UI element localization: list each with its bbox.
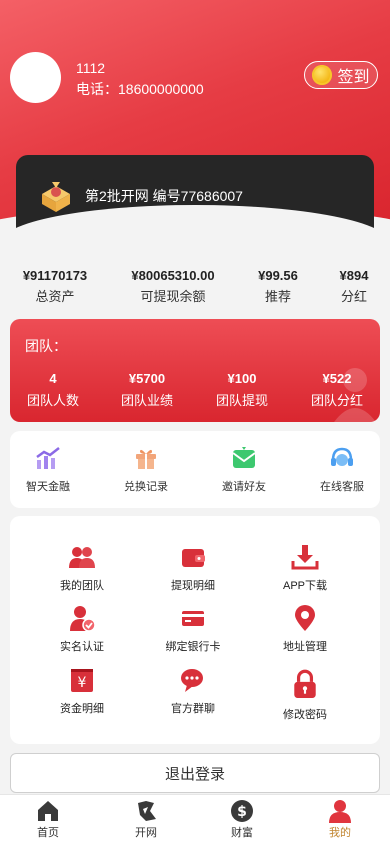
stat-value: ¥80065310.00 (131, 268, 215, 283)
stat-total-assets[interactable]: ¥91170173 总资产 (14, 268, 96, 305)
user-phone: 电话：18600000000 (76, 81, 204, 97)
network-icon (138, 801, 156, 821)
team-label: 团队业绩 (120, 393, 173, 408)
grid-withdrawal-details[interactable]: 提现明细 (138, 543, 248, 593)
tab-label: 财富 (231, 827, 253, 839)
team-member-count[interactable]: 4 团队人数 (10, 371, 98, 409)
grid-app-download[interactable]: APP下载 (250, 543, 360, 593)
stat-dividend[interactable]: ¥894 分红 (326, 268, 382, 305)
gift-icon (136, 449, 156, 469)
chart-trend-icon (36, 447, 60, 469)
stat-value: ¥894 (339, 268, 369, 283)
asset-stats: ¥91170173 总资产 ¥80065310.00 可提现余额 ¥99.56 … (0, 268, 390, 308)
wallet-icon (182, 549, 205, 567)
grid-address-management[interactable]: 地址管理 (250, 604, 360, 654)
team-dividend[interactable]: ¥522 团队分红 (292, 371, 380, 409)
stat-referral[interactable]: ¥99.56 推荐 (246, 268, 310, 305)
tab-label: 我的 (329, 827, 351, 839)
stat-label: 可提现余额 (140, 289, 206, 304)
team-label: 团队提现 (215, 393, 268, 408)
grid-my-team[interactable]: 我的团队 (27, 543, 137, 593)
grid-label: 我的团队 (60, 580, 104, 592)
profile-icon (329, 800, 351, 823)
quick-label: 在线客服 (320, 481, 364, 493)
verified-user-icon (70, 606, 96, 632)
team-label: 团队人数 (26, 393, 79, 408)
quick-exchange-records[interactable]: 兑换记录 (101, 446, 191, 494)
quick-label: 邀请好友 (222, 481, 266, 493)
location-pin-icon (295, 605, 315, 631)
dollar-icon: $ (231, 800, 253, 822)
logout-button[interactable]: 退出登录 (10, 753, 380, 793)
tab-label: 首页 (37, 827, 59, 839)
grid-official-group-chat[interactable]: 官方群聊 (138, 666, 248, 716)
grid-label: 实名认证 (60, 641, 104, 653)
grid-fund-details[interactable]: ¥ 资金明细 (27, 666, 137, 716)
team-value: 4 (49, 371, 57, 386)
team-card: 团队： 4 团队人数 ¥5700 团队业绩 ¥100 团队提现 ¥522 团队分… (10, 319, 380, 422)
headset-icon (331, 447, 353, 466)
bank-card-icon (182, 611, 204, 626)
grid-label: 官方群聊 (171, 703, 215, 715)
stat-value: ¥99.56 (258, 268, 298, 283)
invite-envelope-icon (232, 447, 256, 468)
lock-icon (294, 669, 316, 698)
quick-actions: 智天金融 兑换记录 邀请好友 在线客服 (10, 431, 380, 508)
team-value: ¥522 (322, 371, 352, 386)
tab-home[interactable]: 首页 (18, 799, 78, 840)
medal-icon (42, 182, 70, 212)
grid-real-name-auth[interactable]: 实名认证 (27, 604, 137, 654)
quick-invite-friends[interactable]: 邀请好友 (199, 446, 289, 494)
grid-label: APP下载 (282, 580, 327, 592)
grid-label: 修改密码 (283, 709, 327, 721)
coin-icon (312, 65, 333, 85)
chat-bubble-icon (181, 669, 203, 692)
svg-text:¥: ¥ (78, 675, 87, 691)
quick-finance[interactable]: 智天金融 (3, 446, 93, 494)
grid-label: 地址管理 (283, 641, 327, 653)
service-grid: 我的团队 提现明细 APP下载 实名认证 绑定银行卡 地址管理 ¥ 资金明细 官… (10, 516, 380, 744)
svg-text:$: $ (237, 804, 247, 820)
stat-label: 推荐 (264, 289, 291, 304)
signin-button[interactable]: 签到 (304, 61, 378, 89)
stat-label: 总资产 (35, 289, 75, 304)
stat-label: 分红 (340, 289, 367, 304)
stat-withdrawable[interactable]: ¥80065310.00 可提现余额 (118, 268, 228, 305)
tab-label: 开网 (135, 827, 157, 839)
stat-value: ¥91170173 (22, 268, 88, 283)
tab-wealth[interactable]: $ 财富 (212, 799, 272, 840)
yuan-ledger-icon: ¥ (71, 669, 93, 692)
tab-network[interactable]: 开网 (116, 799, 176, 840)
avatar[interactable] (10, 52, 61, 103)
bottom-tab-bar: 首页 开网 $ 财富 我的 (0, 794, 390, 844)
team-value: ¥100 (227, 371, 257, 386)
grid-bind-bank-card[interactable]: 绑定银行卡 (138, 604, 248, 654)
team-performance[interactable]: ¥5700 团队业绩 (102, 371, 192, 409)
signin-label: 签到 (337, 69, 370, 86)
download-icon (291, 545, 319, 570)
team-value: ¥5700 (128, 371, 166, 386)
team-withdrawal[interactable]: ¥100 团队提现 (197, 371, 287, 409)
grid-change-password[interactable]: 修改密码 (250, 666, 360, 722)
tab-profile[interactable]: 我的 (310, 799, 370, 840)
home-icon (38, 801, 58, 821)
team-title: 团队： (25, 338, 67, 354)
quick-online-service[interactable]: 在线客服 (297, 446, 387, 494)
team-label: 团队分红 (310, 393, 363, 408)
grid-label: 绑定银行卡 (165, 641, 221, 653)
user-id: 1112 (76, 60, 106, 76)
grid-label: 提现明细 (171, 580, 215, 592)
membership-text: 第2批开网 编号77686007 (85, 188, 243, 204)
grid-label: 资金明细 (60, 703, 104, 715)
quick-label: 智天金融 (26, 481, 70, 493)
team-icon (69, 547, 95, 568)
quick-label: 兑换记录 (124, 481, 168, 493)
